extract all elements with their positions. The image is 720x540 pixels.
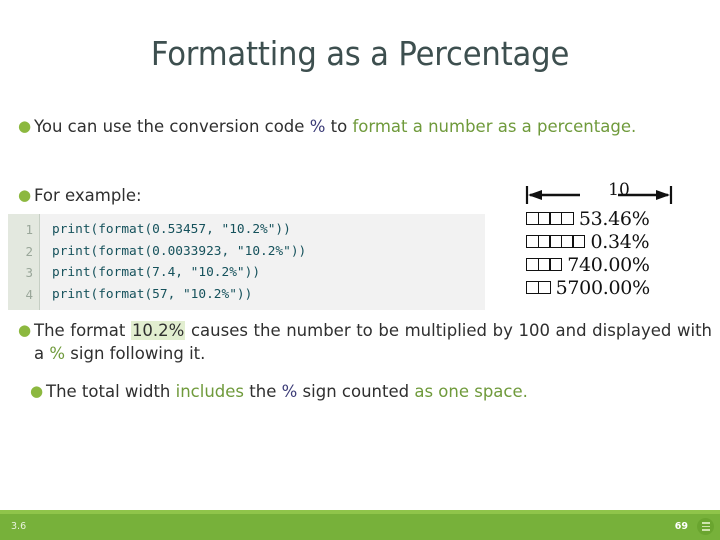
diagram-output-row: 0.34% xyxy=(524,230,714,253)
text-segment: The total width xyxy=(46,382,176,401)
text-segment: 10.2% xyxy=(130,321,186,340)
width-dimension-label: 10 xyxy=(608,180,630,200)
text-segment: For example: xyxy=(34,186,142,205)
footer-page-number: 69 xyxy=(674,521,688,532)
code-line: print(format(7.4, "10.2%")) xyxy=(52,265,261,280)
code-line-number: 3 xyxy=(25,265,33,280)
text-segment: as one space. xyxy=(414,382,528,401)
text-segment: The format xyxy=(34,321,131,340)
padding-space-boxes xyxy=(526,212,574,225)
slide-canvas: Formatting as a Percentage ● You can use… xyxy=(0,0,720,540)
space-box-icon xyxy=(537,281,551,294)
text-segment: includes xyxy=(175,382,245,401)
bullet-for-example: ● For example: xyxy=(18,185,418,208)
code-line-number-gutter: 1 2 3 4 xyxy=(8,214,40,310)
text-segment: % xyxy=(49,343,66,363)
diagram-output-row: 5700.00% xyxy=(524,276,714,299)
code-line-number: 4 xyxy=(25,286,33,302)
diagram-output-row: 740.00% xyxy=(524,253,714,276)
bullet-for-example-text: For example: xyxy=(34,185,418,208)
bullet-format-explanation-text: The format 10.2% causes the number to be… xyxy=(34,320,712,366)
formatted-output-value: 740.00% xyxy=(567,253,650,276)
formatted-output-value: 5700.00% xyxy=(555,276,651,299)
text-segment: the xyxy=(244,382,282,401)
bullet-marker-icon: ● xyxy=(18,117,32,135)
code-line: print(format(0.53457, "10.2%")) xyxy=(52,222,291,237)
text-segment: % xyxy=(281,382,298,401)
diagram-output-row: 53.46% xyxy=(524,207,714,230)
hamburger-icon[interactable] xyxy=(697,518,714,535)
text-segment: You can use the conversion code xyxy=(34,117,310,136)
space-box-icon xyxy=(560,212,574,225)
text-segment: sign counted xyxy=(297,382,415,401)
space-box-icon xyxy=(572,235,586,248)
padding-space-boxes xyxy=(526,281,551,294)
slide-footer: 3.6 69 xyxy=(0,510,720,540)
width-dimension-arrow: 10 xyxy=(524,180,714,207)
formatted-output-value: 0.34% xyxy=(590,230,650,253)
space-box-icon xyxy=(549,258,563,271)
bullet-marker-icon: ● xyxy=(30,382,44,400)
code-line-number: 2 xyxy=(25,243,33,259)
text-segment: sign following it. xyxy=(65,343,206,363)
formatted-output-value: 53.46% xyxy=(578,207,650,230)
bullet-marker-icon: ● xyxy=(18,321,32,339)
text-segment: % xyxy=(309,117,326,136)
footer-section-label: 3.6 xyxy=(11,521,27,532)
padding-space-boxes xyxy=(526,235,586,248)
bullet-format-explanation: ● The format 10.2% causes the number to … xyxy=(18,320,712,366)
bullet-conversion-code: ● You can use the conversion code % to f… xyxy=(18,116,708,139)
width-diagram: 10 53.46% 0.34% 740.00% 5700.00% xyxy=(524,180,714,299)
diagram-output-rows: 53.46% 0.34% 740.00% 5700.00% xyxy=(524,207,714,299)
bullet-total-width: ● The total width includes the % sign co… xyxy=(30,381,670,404)
code-line: print(format(57, "10.2%")) xyxy=(52,286,253,302)
padding-space-boxes xyxy=(526,258,563,271)
bullet-conversion-code-text: You can use the conversion code % to for… xyxy=(34,116,708,139)
code-line-number: 1 xyxy=(25,222,33,237)
page-title: Formatting as a Percentage xyxy=(150,34,570,73)
code-block: 1234 print(format(0.53457, "10.2%")) prin… xyxy=(8,214,485,310)
text-segment: format a number as a percentage. xyxy=(352,117,637,136)
text-segment: to xyxy=(325,117,353,136)
bullet-total-width-text: The total width includes the % sign coun… xyxy=(46,381,670,404)
code-line: print(format(0.0033923, "10.2%")) xyxy=(52,243,307,259)
bullet-marker-icon: ● xyxy=(18,186,32,204)
code-lines: print(format(0.53457, "10.2%")) print(for… xyxy=(40,214,485,310)
